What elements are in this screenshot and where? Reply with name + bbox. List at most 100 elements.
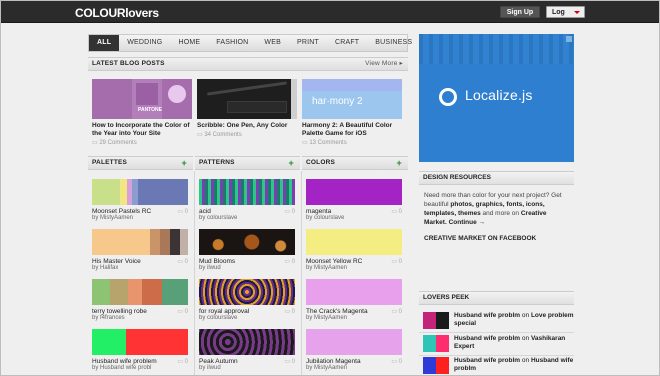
comment-count: ▭ 0 — [391, 209, 402, 215]
peek-user[interactable]: Husband wife problm — [454, 357, 520, 364]
blog-post-title[interactable]: Harmony 2: A Beautiful Color Palette Gam… — [302, 122, 402, 138]
peek-user[interactable]: Husband wife problm — [454, 335, 520, 342]
tab-fashion[interactable]: FASHION — [208, 35, 256, 51]
palette-item[interactable]: terry towelling robe by f4frances ▭ 0 — [92, 279, 193, 322]
blog-thumbnail[interactable] — [197, 79, 297, 119]
chevron-down-icon — [574, 11, 580, 14]
color-author[interactable]: by MistyAamen — [306, 265, 407, 272]
palette-color — [180, 229, 188, 255]
palette-author[interactable]: by Husband wife probl — [92, 365, 193, 372]
blog-post-title[interactable]: How to Incorporate the Color of the Year… — [92, 122, 192, 138]
ad-text: Localize.js — [465, 87, 533, 103]
tab-all[interactable]: ALL — [89, 35, 120, 51]
tab-business[interactable]: BUSINESS — [367, 35, 420, 51]
palette-author[interactable]: by Halifax — [92, 265, 193, 272]
lovers-peek-item[interactable]: Husband wife problm on Love problem spec… — [423, 312, 574, 332]
peek-text: Husband wife problm on Vashikaran Expert — [454, 335, 566, 350]
peek-user[interactable]: Husband wife problm — [454, 312, 520, 319]
lovers-peek-item[interactable]: Husband wife problm on Vashikaran Expert — [423, 335, 573, 355]
tab-craft[interactable]: CRAFT — [327, 35, 367, 51]
divider — [419, 355, 574, 356]
color-author[interactable]: by colourslave — [306, 215, 407, 222]
comment-count: ▭ 0 — [284, 309, 295, 315]
pattern-item[interactable]: Peak Autumn by ilwud ▭ 0 — [199, 329, 300, 372]
color-item[interactable]: magenta by colourslave ▭ 0 — [306, 179, 407, 222]
palette-swatch[interactable] — [92, 329, 188, 355]
palette-color — [170, 229, 180, 255]
blog-thumbnail[interactable]: har·mony 2 — [302, 79, 402, 119]
color-item[interactable]: Moonset Yellow RC by MistyAamen ▭ 0 — [306, 229, 407, 272]
view-more-link[interactable]: View More ▸ — [365, 58, 403, 70]
ad-choices-icon[interactable] — [566, 36, 572, 42]
blog-card[interactable]: PANTONE How to Incorporate the Color of … — [92, 79, 192, 146]
signup-button[interactable]: Sign Up — [500, 6, 540, 18]
comment-count: ▭ 0 — [177, 259, 188, 265]
palette-color — [92, 179, 120, 205]
colors-title: COLORS — [306, 159, 336, 166]
pattern-author[interactable]: by ilwud — [199, 365, 300, 372]
top-bar: COLOURlovers Sign Up Log — [1, 1, 659, 23]
color-swatch[interactable] — [306, 229, 402, 255]
pattern-swatch[interactable] — [199, 279, 295, 305]
advertisement[interactable]: Localize.js — [419, 34, 574, 162]
comment-count: ▭ 0 — [391, 259, 402, 265]
pattern-swatch[interactable] — [199, 179, 295, 205]
add-palette-icon[interactable]: + — [182, 157, 187, 169]
add-color-icon[interactable]: + — [397, 157, 402, 169]
column-divider — [301, 171, 302, 375]
facebook-label[interactable]: CREATIVE MARKET ON FACEBOOK — [419, 227, 574, 242]
pattern-item[interactable]: Mud Blooms by ilwud ▭ 0 — [199, 229, 300, 272]
pattern-author[interactable]: by ilwud — [199, 265, 300, 272]
add-pattern-icon[interactable]: + — [289, 157, 294, 169]
tab-print[interactable]: PRINT — [289, 35, 327, 51]
blog-card[interactable]: Scribble: One Pen, Any Color ▭ 34 Commen… — [197, 79, 297, 138]
peek-swatch[interactable] — [423, 335, 449, 352]
lovers-peek-item[interactable]: Husband wife problm on Husband wife prob… — [423, 357, 573, 375]
design-resources-title: DESIGN RESOURCES — [423, 174, 491, 181]
palette-color — [126, 329, 188, 355]
palette-color — [160, 229, 170, 255]
tab-wedding[interactable]: WEDDING — [119, 35, 170, 51]
pattern-author[interactable]: by colourslave — [199, 315, 300, 322]
color-swatch[interactable] — [306, 279, 402, 305]
page-frame: COLOURlovers Sign Up Log ALL WEDDING HOM… — [0, 0, 660, 376]
pattern-item[interactable]: acid by colourslave ▭ 0 — [199, 179, 300, 222]
tab-web[interactable]: WEB — [256, 35, 289, 51]
divider — [419, 332, 574, 333]
palette-color — [128, 279, 142, 305]
palette-swatch[interactable] — [92, 179, 188, 205]
color-author[interactable]: by MistyAamen — [306, 365, 407, 372]
continue-link[interactable]: Continue → — [449, 219, 485, 226]
login-button[interactable]: Log — [546, 6, 585, 18]
peek-color — [423, 357, 436, 374]
palette-author[interactable]: by f4frances — [92, 315, 193, 322]
color-item[interactable]: Jubilation Magenta by MistyAamen ▭ 0 — [306, 329, 407, 372]
pattern-swatch[interactable] — [199, 329, 295, 355]
blog-post-title[interactable]: Scribble: One Pen, Any Color — [197, 122, 297, 130]
palette-color — [162, 279, 188, 305]
color-swatch[interactable] — [306, 329, 402, 355]
color-author[interactable]: by MistyAamen — [306, 315, 407, 322]
blog-thumbnail[interactable]: PANTONE — [92, 79, 192, 119]
comment-count: ▭ 0 — [284, 209, 295, 215]
palette-color — [142, 279, 162, 305]
color-swatch[interactable] — [306, 179, 402, 205]
tab-home[interactable]: HOME — [170, 35, 208, 51]
peek-color — [423, 335, 436, 352]
design-resources-text: Need more than color for your next proje… — [424, 192, 562, 226]
pattern-item[interactable]: for royal approval by colourslave ▭ 0 — [199, 279, 300, 322]
color-item[interactable]: The Crack's Magenta by MistyAamen ▭ 0 — [306, 279, 407, 322]
palette-item[interactable]: Moonset Pastels RC by MistyAamen ▭ 0 — [92, 179, 193, 222]
palette-item[interactable]: His Master Voice by Halifax ▭ 0 — [92, 229, 193, 272]
pattern-author[interactable]: by colourslave — [199, 215, 300, 222]
palettes-title: PALETTES — [92, 159, 128, 166]
peek-swatch[interactable] — [423, 357, 449, 374]
peek-swatch[interactable] — [423, 312, 449, 329]
palette-swatch[interactable] — [92, 229, 188, 255]
site-logo[interactable]: COLOURlovers — [75, 6, 159, 20]
palette-item[interactable]: Husband wife problem by Husband wife prob… — [92, 329, 193, 372]
pattern-swatch[interactable] — [199, 229, 295, 255]
palette-swatch[interactable] — [92, 279, 188, 305]
palette-author[interactable]: by MistyAamen — [92, 215, 193, 222]
blog-card[interactable]: har·mony 2 Harmony 2: A Beautiful Color … — [302, 79, 402, 146]
